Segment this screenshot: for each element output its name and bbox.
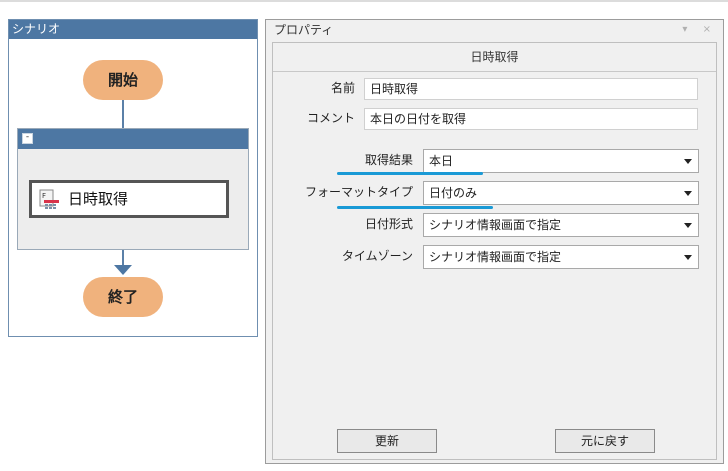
action-label: 日時取得	[68, 190, 129, 208]
update-button[interactable]: 更新	[337, 429, 437, 453]
result-select[interactable]: 本日	[423, 149, 699, 173]
chevron-down-icon	[684, 159, 692, 164]
svg-text:F: F	[42, 192, 46, 200]
timezone-select[interactable]: シナリオ情報画面で指定	[423, 245, 699, 269]
end-node[interactable]: 終了	[83, 277, 163, 317]
property-header: 日時取得	[273, 43, 716, 72]
property-content: 日時取得 名前 日時取得 コメント 本日の日付を取得 取得結果 本日 フォーマッ…	[272, 42, 717, 460]
start-node[interactable]: 開始	[83, 60, 163, 100]
connector-line-top	[122, 100, 124, 128]
chevron-down-icon	[684, 223, 692, 228]
group-collapse-button[interactable]: -	[22, 133, 33, 144]
datetime-action-node[interactable]: F 日時取得	[29, 180, 229, 218]
format-type-label: フォーマットタイプ	[304, 185, 413, 199]
scenario-panel: シナリオ 開始 - F 日時取得 終了	[8, 19, 258, 337]
flow-arrowhead	[114, 265, 132, 275]
result-select-value: 本日	[429, 154, 454, 168]
format-type-select-value: 日付のみ	[429, 186, 478, 200]
result-label: 取得結果	[364, 153, 413, 167]
comment-label: コメント	[306, 111, 355, 125]
date-format-select-value: シナリオ情報画面で指定	[429, 218, 562, 232]
name-label: 名前	[330, 81, 355, 95]
datetime-action-icon: F	[39, 189, 59, 209]
format-type-select[interactable]: 日付のみ	[423, 181, 699, 205]
window-top-border	[0, 0, 728, 2]
format-type-highlight-underline	[337, 206, 493, 209]
property-panel: プロパティ ▾ × 日時取得 名前 日時取得 コメント 本日の日付を取得 取得結…	[265, 19, 724, 464]
group-block[interactable]: - F 日時取得	[17, 128, 249, 250]
chevron-down-icon	[684, 255, 692, 260]
result-highlight-underline	[337, 172, 483, 175]
comment-field[interactable]: 本日の日付を取得	[364, 108, 698, 130]
scenario-panel-title: シナリオ	[9, 20, 257, 39]
name-field[interactable]: 日時取得	[364, 78, 698, 100]
property-panel-title: プロパティ	[266, 20, 723, 40]
panel-window-buttons[interactable]: ▾ ×	[682, 20, 717, 40]
revert-button[interactable]: 元に戻す	[555, 429, 655, 453]
timezone-label: タイムゾーン	[341, 249, 413, 263]
timezone-select-value: シナリオ情報画面で指定	[429, 250, 562, 264]
chevron-down-icon	[684, 191, 692, 196]
group-header-bar: -	[18, 129, 248, 149]
date-format-label: 日付形式	[364, 217, 413, 231]
connector-line-bottom	[122, 250, 124, 266]
date-format-select[interactable]: シナリオ情報画面で指定	[423, 213, 699, 237]
